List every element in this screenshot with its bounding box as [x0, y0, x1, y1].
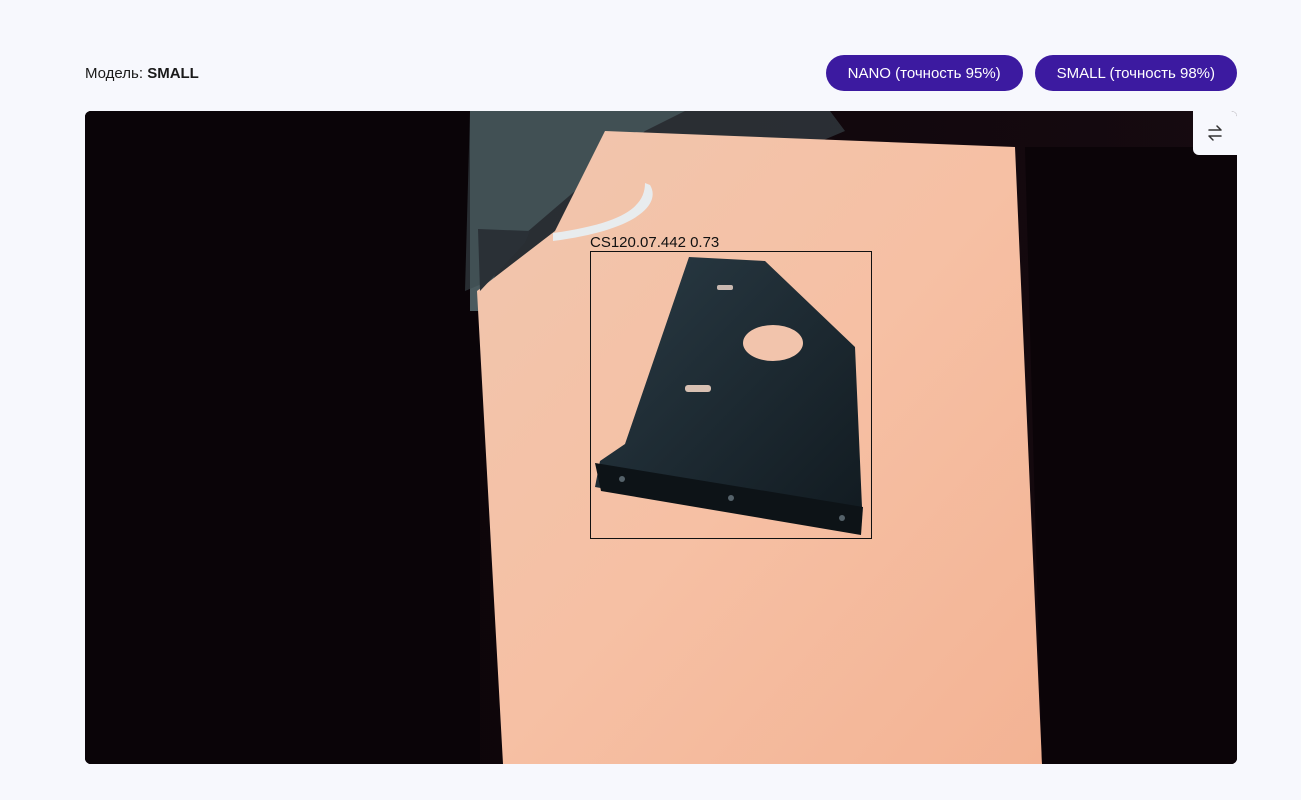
model-indicator: Модель: SMALL	[85, 65, 199, 82]
model-switcher: NANO (точность 95%) SMALL (точность 98%)	[825, 55, 1237, 91]
swap-button[interactable]	[1193, 111, 1237, 155]
model-prefix: Модель:	[85, 64, 144, 82]
detection-bounding-box	[590, 251, 872, 539]
detection-label: CS120.07.442 0.73	[590, 234, 720, 251]
model-value: SMALL	[147, 64, 199, 82]
toolbar: Модель: SMALL NANO (точность 95%) SMALL …	[85, 55, 1237, 91]
small-model-button[interactable]: SMALL (точность 98%)	[1034, 55, 1237, 91]
camera-view: CS120.07.442 0.73	[85, 111, 1237, 764]
swap-arrows-icon	[1208, 125, 1222, 141]
nano-model-button[interactable]: NANO (точность 95%)	[825, 55, 1023, 91]
